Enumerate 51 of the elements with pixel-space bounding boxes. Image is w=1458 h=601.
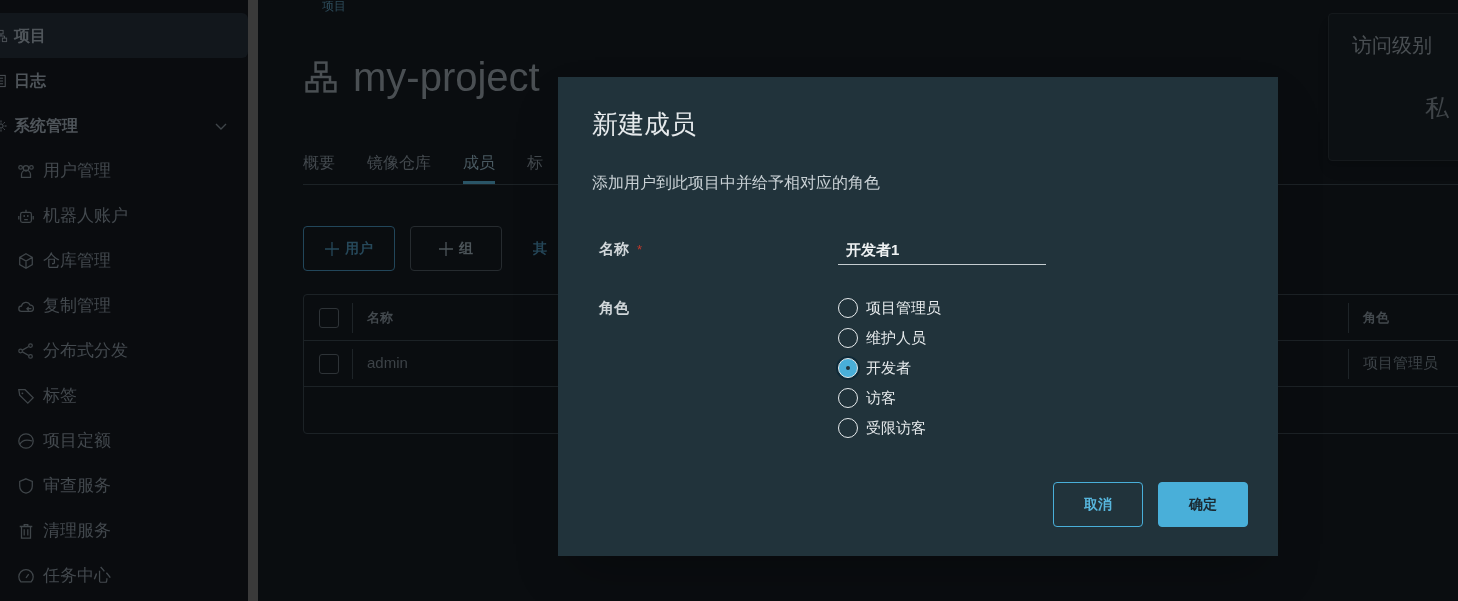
- radio-label: 受限访客: [866, 417, 926, 438]
- more-link[interactable]: 其: [533, 238, 547, 259]
- project-title: my-project: [353, 57, 540, 97]
- sidebar-item[interactable]: 任务中心: [0, 553, 248, 598]
- sidebar-item[interactable]: 清理服务: [0, 508, 248, 553]
- sidebar-item[interactable]: 标签: [0, 373, 248, 418]
- cancel-button[interactable]: 取消: [1053, 482, 1143, 527]
- confirm-button[interactable]: 确定: [1158, 482, 1248, 527]
- sidebar-item[interactable]: 日志: [0, 58, 248, 103]
- radio-button[interactable]: [838, 358, 858, 378]
- row-checkbox[interactable]: [319, 353, 339, 374]
- gauge-icon: [17, 566, 35, 585]
- tag-icon: [17, 386, 35, 405]
- sidebar-item[interactable]: 机器人账户: [0, 193, 248, 238]
- sidebar-item[interactable]: 审查服务: [0, 463, 248, 508]
- column-header: 角色: [1363, 308, 1389, 327]
- hierarchy-icon: [303, 59, 339, 95]
- tab[interactable]: 标: [527, 151, 543, 184]
- share-icon: [17, 341, 35, 360]
- radio-label: 项目管理员: [866, 297, 941, 318]
- dialog-title: 新建成员: [592, 108, 696, 141]
- trash-icon: [17, 521, 35, 540]
- name-input[interactable]: 开发者1: [838, 237, 1046, 265]
- radio-label: 访客: [866, 387, 896, 408]
- plus-icon: [325, 241, 339, 256]
- scrollbar[interactable]: [248, 0, 258, 601]
- dialog-description: 添加用户到此项目中并给予相对应的角色: [592, 173, 880, 193]
- add-button[interactable]: 用户: [303, 226, 395, 271]
- tab[interactable]: 镜像仓库: [367, 151, 431, 184]
- required-mark: *: [637, 240, 643, 259]
- radio-label: 维护人员: [866, 327, 926, 348]
- field-label: 角色: [599, 298, 629, 318]
- shield-icon: [17, 476, 35, 495]
- sidebar-item[interactable]: 项目定额: [0, 418, 248, 463]
- tab[interactable]: 成员: [463, 151, 495, 184]
- sidebar-item[interactable]: 复制管理: [0, 283, 248, 328]
- breadcrumb-link[interactable]: 项目: [322, 0, 346, 13]
- sidebar-item[interactable]: 系统管理: [0, 103, 248, 148]
- sidebar-item[interactable]: 项目: [0, 13, 248, 58]
- tab[interactable]: 概要: [303, 151, 335, 184]
- cube-icon: [17, 251, 35, 270]
- field-label: 名称: [599, 239, 629, 259]
- sidebar-item[interactable]: 仓库管理: [0, 238, 248, 283]
- plus-icon: [439, 241, 453, 256]
- column-header: 名称: [367, 308, 393, 327]
- pie-icon: [17, 431, 35, 450]
- sidebar-item[interactable]: 用户管理: [0, 148, 248, 193]
- row-checkbox[interactable]: [319, 307, 339, 328]
- card-title: 访问级别: [1352, 33, 1432, 58]
- sidebar-item[interactable]: 分布式分发: [0, 328, 248, 373]
- radio-label: 开发者: [866, 357, 911, 378]
